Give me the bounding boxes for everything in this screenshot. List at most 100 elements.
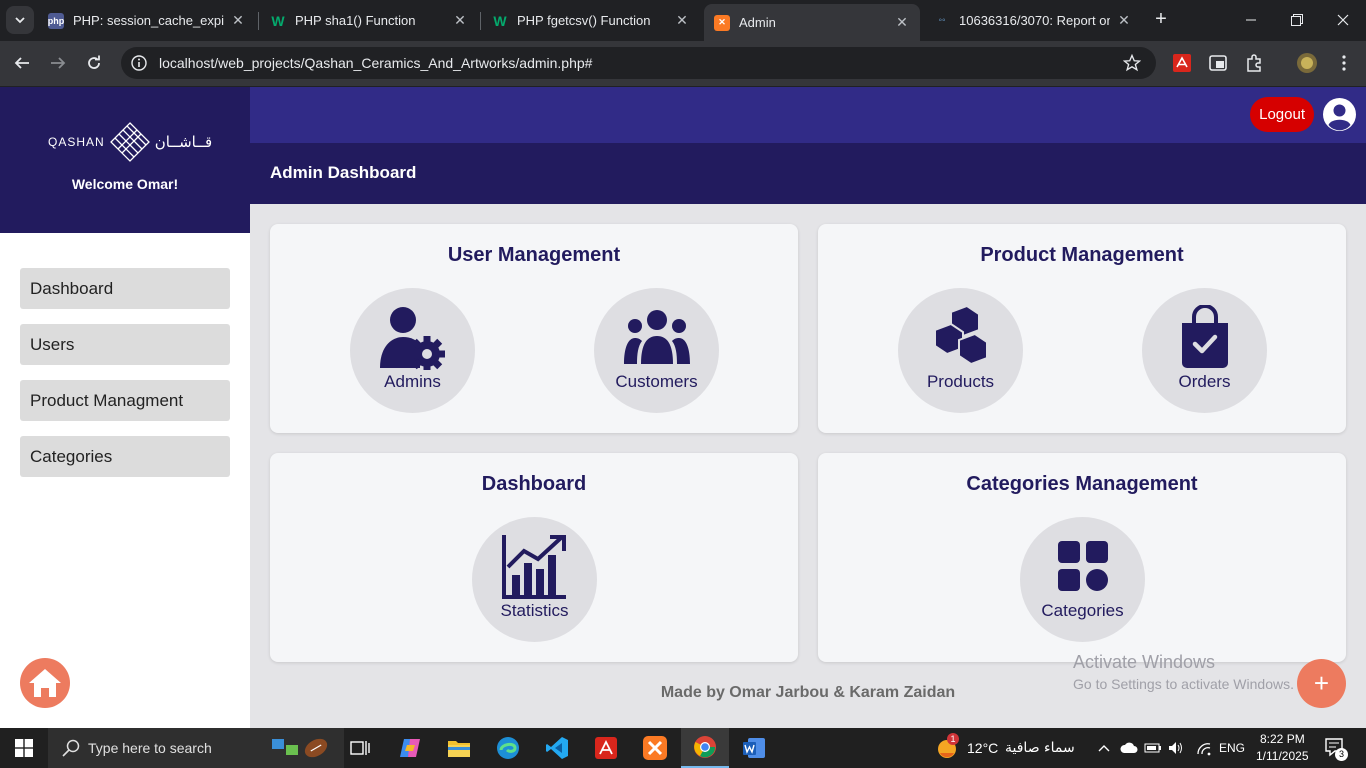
close-icon[interactable]: ✕ — [894, 14, 910, 31]
chevron-up-icon[interactable] — [1098, 743, 1110, 753]
sidebar-item-dashboard[interactable]: Dashboard — [20, 268, 230, 309]
cloud-icon[interactable] — [1120, 742, 1138, 754]
acrobat-icon — [595, 737, 617, 759]
search-icon — [62, 739, 80, 757]
activate-windows-title: Activate Windows — [1073, 652, 1216, 672]
speaker-icon[interactable] — [1168, 741, 1184, 755]
tab-report[interactable]: ◦◦ 10636316/3070: Report only ✕ — [924, 4, 1142, 37]
close-icon — [1337, 14, 1349, 26]
customers-button[interactable]: Customers — [594, 288, 719, 413]
restore-icon — [1291, 14, 1303, 26]
extensions-puzzle-icon[interactable] — [1240, 49, 1268, 77]
product-management-card: Product Management Products Orders — [818, 224, 1346, 433]
profile-avatar[interactable] — [1293, 49, 1321, 77]
tab-title: PHP sha1() Function — [295, 13, 416, 28]
brand-header: QASHAN قــاشــان Welcome Omar! — [0, 87, 250, 233]
php-icon: php — [48, 12, 64, 29]
user-gear-icon — [379, 307, 445, 370]
notification-count: 3 — [1335, 748, 1348, 761]
close-icon[interactable]: ✕ — [452, 12, 468, 29]
pdf-extension-icon[interactable] — [1168, 49, 1196, 77]
taskbar-file-explorer[interactable] — [435, 728, 483, 768]
reload-button[interactable] — [80, 49, 108, 77]
back-button[interactable] — [8, 49, 36, 77]
weather-condition[interactable]: سماء صافية — [1005, 740, 1075, 756]
logo-arabic-text: قــاشــان — [154, 133, 213, 151]
wifi-icon[interactable] — [1196, 742, 1212, 756]
restore-button[interactable] — [1274, 0, 1320, 40]
close-icon[interactable]: ✕ — [1116, 12, 1132, 29]
clock-time[interactable]: 8:22 PM — [1260, 732, 1305, 746]
search-placeholder: Type here to search — [88, 740, 212, 756]
tab-title: Admin — [739, 15, 776, 30]
clock-date[interactable]: 1/11/2025 — [1256, 749, 1309, 763]
add-fab-button[interactable]: + — [1297, 659, 1346, 708]
copilot-icon — [400, 739, 420, 757]
task-view-button[interactable] — [336, 728, 384, 768]
tab-search-button[interactable] — [6, 6, 34, 34]
folder-icon — [448, 741, 470, 757]
browser-tab-strip: php PHP: session_cache_expire - ✕ W PHP … — [0, 0, 1366, 41]
taskbar-word[interactable] — [730, 728, 778, 768]
cubes-icon — [933, 306, 988, 366]
close-icon[interactable]: ✕ — [230, 12, 246, 29]
tab-php-session[interactable]: php PHP: session_cache_expire - ✕ — [38, 4, 256, 37]
card-title: Product Management — [980, 244, 1184, 266]
products-label: Products — [926, 372, 995, 391]
battery-icon[interactable] — [1144, 742, 1162, 754]
sidebar-item-product-management[interactable]: Product Managment — [20, 380, 230, 421]
taskbar-edge[interactable] — [484, 728, 532, 768]
bookmark-star-icon[interactable] — [1122, 53, 1142, 73]
sidebar: QASHAN قــاشــان Welcome Omar! Dashboard… — [0, 87, 250, 728]
admins-button[interactable]: Admins — [350, 288, 475, 413]
taskbar-chrome[interactable] — [681, 728, 729, 768]
tab-admin[interactable]: ✕ Admin ✕ — [704, 4, 920, 41]
page-content: QASHAN قــاشــان Welcome Omar! Dashboard… — [0, 87, 1366, 728]
tab-php-fgetcsv[interactable]: W PHP fgetcsv() Function ✕ — [482, 4, 700, 37]
minimize-icon — [1246, 19, 1256, 21]
language-indicator[interactable]: ENG — [1219, 741, 1245, 755]
logout-button[interactable]: Logout — [1250, 97, 1314, 132]
address-bar[interactable]: localhost/web_projects/Qashan_Ceramics_A… — [121, 47, 1156, 79]
url-text[interactable]: localhost/web_projects/Qashan_Ceramics_A… — [159, 55, 592, 71]
users-group-icon — [623, 310, 690, 364]
task-view-icon — [350, 741, 370, 755]
dashboard-card: Dashboard Statistics — [270, 453, 798, 662]
chart-trend-icon — [501, 535, 566, 599]
taskbar-acrobat[interactable] — [582, 728, 630, 768]
close-window-button[interactable] — [1320, 0, 1366, 40]
browser-menu-icon[interactable] — [1330, 49, 1358, 77]
categories-management-card: Categories Management Categories — [818, 453, 1346, 662]
taskbar-search[interactable]: Type here to search — [48, 728, 344, 768]
user-account-icon[interactable] — [1323, 98, 1356, 131]
categories-label: Categories — [1041, 601, 1124, 620]
close-icon[interactable]: ✕ — [674, 12, 690, 29]
products-button[interactable]: Products — [898, 288, 1023, 413]
site-info-icon[interactable] — [131, 55, 147, 71]
weather-temp[interactable]: 12°C — [967, 740, 998, 756]
tab-title: PHP: session_cache_expire - — [73, 13, 224, 28]
customers-label: Customers — [615, 372, 698, 391]
categories-button[interactable]: Categories — [1020, 517, 1145, 642]
arrow-left-icon — [14, 57, 29, 69]
tab-php-sha1[interactable]: W PHP sha1() Function ✕ — [260, 4, 478, 37]
home-button[interactable] — [20, 658, 70, 708]
taskbar-vscode[interactable] — [533, 728, 581, 768]
taskbar-copilot[interactable] — [386, 728, 434, 768]
orders-button[interactable]: Orders — [1142, 288, 1267, 413]
start-button[interactable] — [0, 728, 48, 768]
windows-logo-icon — [15, 739, 33, 757]
new-tab-button[interactable]: + — [1150, 8, 1172, 30]
statistics-button[interactable]: Statistics — [472, 517, 597, 642]
sidebar-item-categories[interactable]: Categories — [20, 436, 230, 477]
minimize-button[interactable] — [1228, 0, 1274, 40]
windows-taskbar: Type here to search 1 12°C سماء صافية EN… — [0, 728, 1366, 768]
sidebar-item-users[interactable]: Users — [20, 324, 230, 365]
logo: QASHAN قــاشــان — [48, 121, 212, 163]
activate-windows-subtitle: Go to Settings to activate Windows. — [1073, 676, 1294, 692]
w3schools-icon: W — [493, 12, 507, 29]
media-extension-icon[interactable] — [1204, 49, 1232, 77]
card-title: Dashboard — [481, 473, 587, 495]
forward-button[interactable] — [44, 49, 72, 77]
taskbar-xampp[interactable] — [631, 728, 679, 768]
